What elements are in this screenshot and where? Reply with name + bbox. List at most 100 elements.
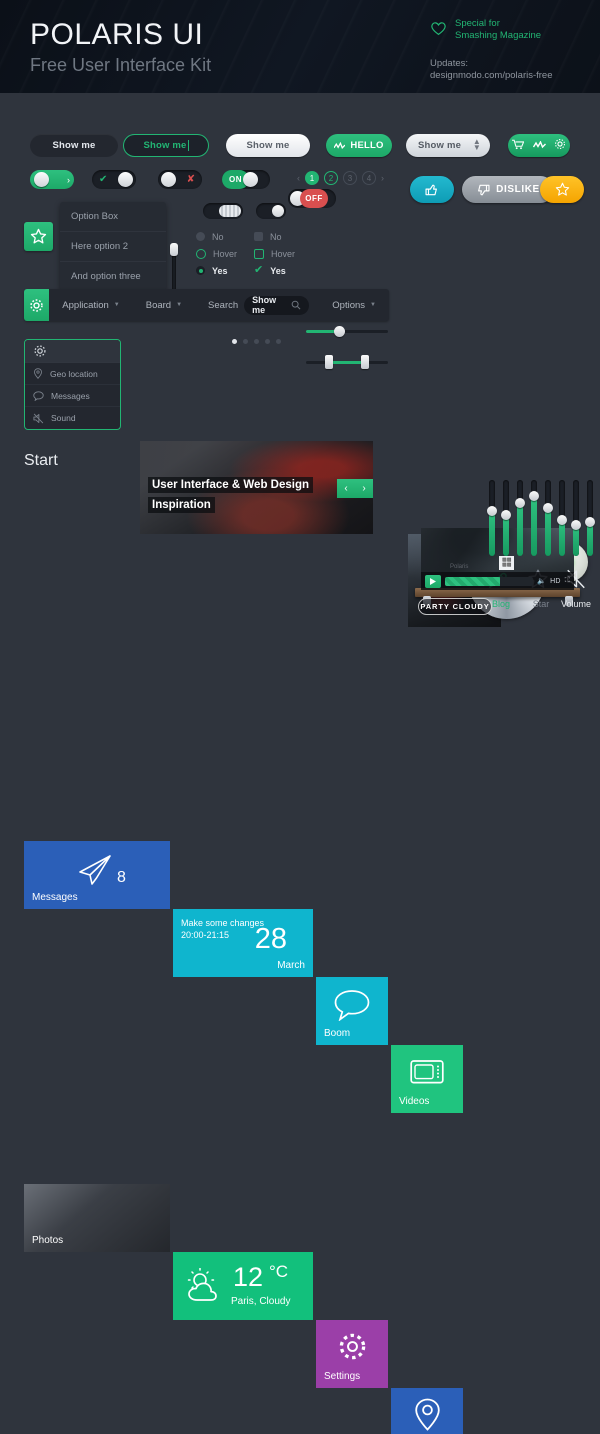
equalizer-band-3[interactable] bbox=[515, 480, 525, 556]
tile-boom[interactable]: Boom bbox=[316, 977, 388, 1045]
like-button[interactable] bbox=[410, 176, 454, 203]
equalizer-band-7[interactable] bbox=[571, 480, 581, 556]
radio-group[interactable]: No Hover Yes bbox=[196, 228, 237, 279]
checkbox-option-yes[interactable]: ✔ Yes bbox=[254, 262, 295, 279]
pagination-next[interactable]: › bbox=[381, 173, 384, 183]
banner-prev-button[interactable]: ‹ bbox=[337, 479, 355, 498]
equalizer-knob-5[interactable] bbox=[543, 503, 553, 513]
tile-photos[interactable]: Photos bbox=[24, 1184, 170, 1252]
banner-dot-4[interactable] bbox=[265, 339, 270, 344]
equalizer-band-2[interactable] bbox=[501, 480, 511, 556]
side-menu[interactable]: Geo location Messages Sound bbox=[24, 339, 121, 430]
side-menu-item-messages[interactable]: Messages bbox=[25, 385, 120, 407]
show-me-select[interactable]: Show me ▲ ▼ bbox=[406, 134, 490, 157]
tile-weather[interactable]: 12 °C Paris, Cloudy bbox=[173, 1252, 313, 1320]
equalizer-band-5[interactable] bbox=[543, 480, 553, 556]
vertical-slider-knob[interactable] bbox=[170, 243, 178, 256]
equalizer-knob-8[interactable] bbox=[585, 517, 595, 527]
tile-calendar[interactable]: Make some changes 20:00-21:15 28 March bbox=[173, 909, 313, 977]
cross-toggle-knob[interactable] bbox=[161, 172, 176, 187]
show-me-outline-button[interactable]: Show me bbox=[123, 134, 209, 157]
equalizer-knob-3[interactable] bbox=[515, 498, 525, 508]
equalizer-knob-7[interactable] bbox=[571, 520, 581, 530]
banner-slider[interactable]: User Interface & Web Design Inspiration … bbox=[140, 441, 373, 534]
show-me-dark-button[interactable]: Show me bbox=[30, 134, 118, 157]
banner-dot-1[interactable] bbox=[232, 339, 237, 344]
range-knob[interactable] bbox=[334, 326, 345, 337]
pagination[interactable]: ‹ 1 2 3 4 › bbox=[297, 171, 384, 185]
icon-button-group[interactable] bbox=[508, 134, 570, 157]
radio-option-yes[interactable]: Yes bbox=[196, 262, 237, 279]
nav-toggle[interactable]: › bbox=[30, 170, 74, 189]
updates-url[interactable]: designmodo.com/polaris-free bbox=[430, 70, 590, 82]
speaker-icon[interactable]: 🔈 bbox=[537, 577, 546, 585]
equalizer-knob-2[interactable] bbox=[501, 510, 511, 520]
banner-dots[interactable] bbox=[140, 339, 373, 344]
on-toggle-knob[interactable] bbox=[243, 172, 258, 187]
pagination-prev[interactable]: ‹ bbox=[297, 173, 300, 183]
activity-icon[interactable] bbox=[529, 139, 550, 152]
round-switch-knob[interactable] bbox=[272, 205, 284, 217]
tile-messages[interactable]: 8 Messages bbox=[24, 841, 170, 909]
equalizer-knob-4[interactable] bbox=[529, 491, 539, 501]
pagination-page-4[interactable]: 4 bbox=[362, 171, 376, 185]
equalizer-knob-6[interactable] bbox=[557, 515, 567, 525]
video-progress-bar[interactable] bbox=[445, 576, 534, 586]
search-icon[interactable] bbox=[291, 300, 301, 310]
radio-option-no[interactable]: No bbox=[196, 228, 237, 245]
option-box[interactable]: Option Box Here option 2 And option thre… bbox=[60, 202, 166, 291]
equalizer[interactable] bbox=[487, 480, 595, 556]
striped-switch[interactable] bbox=[203, 203, 243, 219]
nav-toggle-knob[interactable] bbox=[34, 172, 49, 187]
tile-maps[interactable]: Maps bbox=[391, 1388, 463, 1434]
equalizer-band-6[interactable] bbox=[557, 480, 567, 556]
show-me-light-button[interactable]: Show me bbox=[226, 134, 310, 157]
checkbox-option-no[interactable]: No bbox=[254, 228, 295, 245]
checkbox-option-hover[interactable]: Hover bbox=[254, 245, 295, 262]
equalizer-band-1[interactable] bbox=[487, 480, 497, 556]
option-box-item-2[interactable]: Here option 2 bbox=[60, 232, 166, 262]
range-knob-low[interactable] bbox=[325, 355, 333, 369]
pagination-page-1[interactable]: 1 bbox=[305, 171, 319, 185]
gear-icon[interactable] bbox=[549, 138, 570, 153]
option-box-item-3[interactable]: And option three bbox=[60, 262, 166, 291]
striped-switch-knob[interactable] bbox=[219, 205, 241, 217]
check-toggle-knob[interactable] bbox=[118, 172, 133, 187]
tile-settings[interactable]: Settings bbox=[316, 1320, 388, 1388]
equalizer-band-4[interactable] bbox=[529, 480, 539, 556]
pagination-page-3[interactable]: 3 bbox=[343, 171, 357, 185]
side-menu-item-sound[interactable]: Sound bbox=[25, 407, 120, 429]
navbar-gear-button[interactable] bbox=[24, 289, 50, 321]
video-controls[interactable]: 🔈 HD ⛶ bbox=[421, 572, 574, 590]
radio-option-hover[interactable]: Hover bbox=[196, 245, 237, 262]
search-input[interactable]: Show me bbox=[244, 295, 310, 315]
check-toggle[interactable]: ✔ bbox=[92, 170, 136, 189]
navbar-item-options[interactable]: Options ▼ bbox=[319, 300, 389, 311]
side-menu-header[interactable] bbox=[25, 340, 120, 363]
banner-dot-2[interactable] bbox=[243, 339, 248, 344]
navbar-item-search[interactable]: Search bbox=[195, 300, 240, 311]
nav-toggle-next[interactable]: › bbox=[67, 175, 70, 185]
fullscreen-icon[interactable]: ⛶ bbox=[565, 577, 570, 585]
pagination-page-2[interactable]: 2 bbox=[324, 171, 338, 185]
video-play-button[interactable] bbox=[425, 574, 441, 588]
banner-dot-5[interactable] bbox=[276, 339, 281, 344]
range-slider-single[interactable] bbox=[306, 326, 388, 337]
tile-videos[interactable]: Videos bbox=[391, 1045, 463, 1113]
banner-dot-3[interactable] bbox=[254, 339, 259, 344]
equalizer-knob-1[interactable] bbox=[487, 506, 497, 516]
side-menu-item-geo-location[interactable]: Geo location bbox=[25, 363, 120, 385]
on-toggle[interactable]: ON bbox=[222, 170, 270, 189]
cart-icon[interactable] bbox=[508, 139, 529, 152]
round-switch[interactable] bbox=[256, 203, 286, 219]
star-toggle-button[interactable] bbox=[24, 222, 53, 251]
range-knob-high[interactable] bbox=[361, 355, 369, 369]
cross-toggle[interactable]: ✘ bbox=[158, 170, 202, 189]
navbar-item-application[interactable]: Application ▼ bbox=[49, 300, 132, 311]
hd-label[interactable]: HD bbox=[550, 578, 561, 585]
checkbox-group[interactable]: No Hover ✔ Yes bbox=[254, 228, 295, 279]
navbar[interactable]: Application ▼ Board ▼ Search Show me Opt… bbox=[24, 289, 389, 321]
range-slider-dual[interactable] bbox=[306, 355, 388, 369]
banner-next-button[interactable]: › bbox=[355, 479, 373, 498]
banner-arrows[interactable]: ‹ › bbox=[337, 479, 373, 498]
